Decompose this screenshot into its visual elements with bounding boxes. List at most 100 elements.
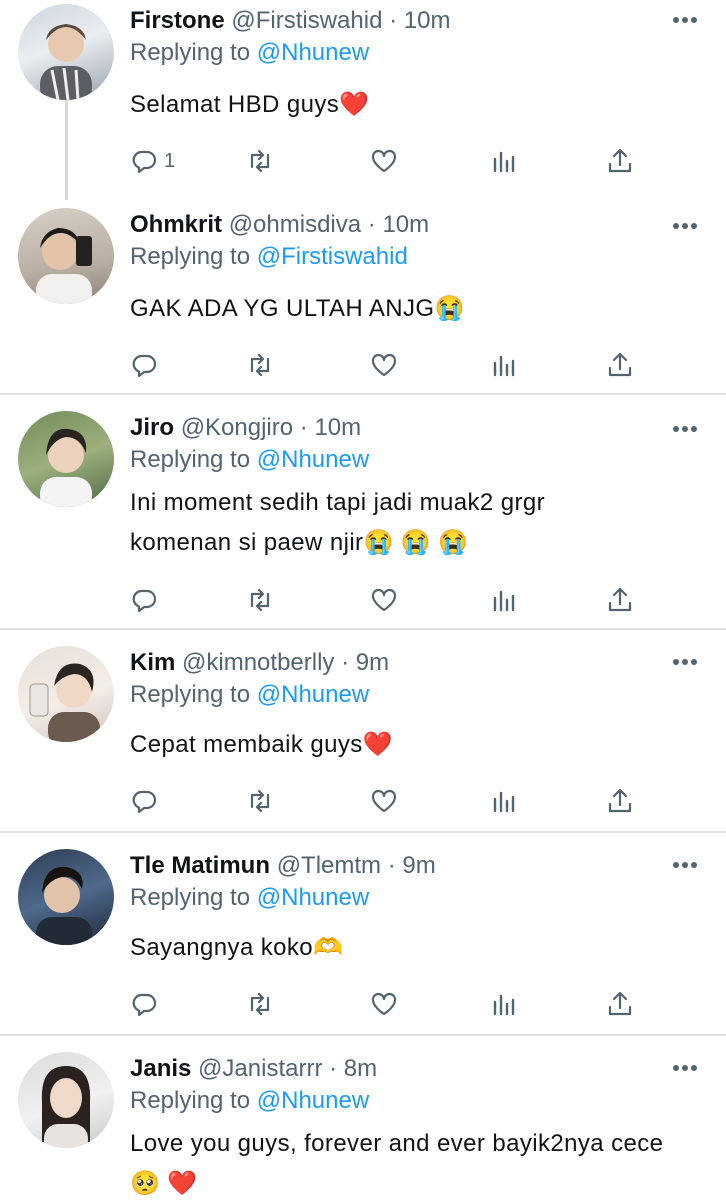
reply-prefix: Replying to	[130, 681, 251, 708]
mention-link[interactable]: @Nhunew	[257, 884, 369, 911]
separator-dot: ·	[389, 7, 398, 34]
tweet-actions	[130, 585, 650, 615]
display-name[interactable]: Ohmkrit	[130, 211, 222, 238]
more-icon[interactable]	[672, 222, 698, 230]
like-icon	[371, 588, 397, 612]
avatar[interactable]	[18, 208, 114, 304]
display-name[interactable]: Jiro	[130, 414, 174, 441]
tweet-firstone[interactable]: Firstone @Firstiswahid · 10m Replying to…	[0, 0, 726, 200]
separator-dot: ·	[367, 211, 376, 238]
display-name[interactable]: Firstone	[130, 7, 225, 34]
tweet-jiro[interactable]: Jiro @Kongjiro · 10m Replying to @Nhunew…	[0, 395, 726, 627]
timestamp[interactable]: 10m	[314, 414, 361, 441]
share-button[interactable]	[606, 989, 634, 1019]
more-icon[interactable]	[672, 16, 698, 24]
tweet-text: Selamat HBD guys❤️	[130, 86, 690, 124]
retweet-icon	[250, 992, 270, 1016]
retweet-icon	[250, 353, 270, 377]
tweet-janis[interactable]: Janis @Janistarrr · 8m Replying to @Nhun…	[0, 1036, 726, 1200]
retweet-button[interactable]	[246, 989, 274, 1019]
retweet-button[interactable]	[246, 350, 274, 380]
tweet-actions	[130, 989, 650, 1019]
analytics-icon	[493, 994, 515, 1016]
share-button[interactable]	[606, 585, 634, 615]
more-icon[interactable]	[672, 1064, 698, 1072]
mention-link[interactable]: @Nhunew	[257, 446, 369, 473]
mention-link[interactable]: @Nhunew	[257, 1087, 369, 1114]
like-button[interactable]	[370, 350, 398, 380]
replying-to: Replying to @Nhunew	[130, 38, 369, 68]
tweet-body: Sayangnya koko	[130, 934, 314, 961]
reply-count: 1	[164, 149, 176, 172]
avatar[interactable]	[18, 646, 114, 742]
reply-prefix: Replying to	[130, 39, 251, 66]
mention-link[interactable]: @Nhunew	[257, 39, 369, 66]
analytics-button[interactable]	[490, 989, 518, 1019]
user-handle[interactable]: @ohmisdiva	[229, 211, 361, 238]
display-name[interactable]: Kim	[130, 649, 175, 676]
analytics-button[interactable]	[490, 585, 518, 615]
emoji: 🫶	[313, 934, 344, 961]
analytics-button[interactable]	[490, 786, 518, 816]
user-handle[interactable]: @Tlemtm	[277, 852, 381, 879]
more-icon[interactable]	[672, 658, 698, 666]
reply-icon	[132, 354, 157, 378]
share-button[interactable]	[606, 146, 634, 176]
share-button[interactable]	[606, 786, 634, 816]
mention-link[interactable]: @Nhunew	[257, 681, 369, 708]
share-icon	[608, 352, 632, 377]
analytics-button[interactable]	[490, 350, 518, 380]
retweet-icon	[250, 789, 270, 813]
like-icon	[371, 992, 397, 1016]
tweet-tle-matimun[interactable]: Tle Matimun @Tlemtm · 9m Replying to @Nh…	[0, 833, 726, 1033]
avatar[interactable]	[18, 1052, 114, 1148]
mention-link[interactable]: @Firstiswahid	[257, 243, 408, 270]
tweet-text: Love you guys, forever and ever bayik2ny…	[130, 1124, 670, 1204]
reply-icon	[132, 150, 157, 174]
more-icon[interactable]	[672, 861, 698, 869]
analytics-icon	[493, 151, 515, 173]
more-icon[interactable]	[672, 425, 698, 433]
tweet-header: Janis @Janistarrr · 8m	[130, 1054, 377, 1084]
tweet-ohmkrit[interactable]: Ohmkrit @ohmisdiva · 10m Replying to @Fi…	[0, 200, 726, 392]
user-handle[interactable]: @Firstiswahid	[231, 7, 382, 34]
retweet-button[interactable]	[246, 585, 274, 615]
user-handle[interactable]: @Janistarrr	[198, 1055, 322, 1082]
reply-button[interactable]	[130, 585, 164, 615]
timestamp[interactable]: 10m	[382, 211, 429, 238]
timestamp[interactable]: 10m	[404, 7, 451, 34]
analytics-button[interactable]	[490, 146, 518, 176]
replying-to: Replying to @Nhunew	[130, 680, 369, 710]
user-handle[interactable]: @kimnotberlly	[182, 649, 334, 676]
like-button[interactable]	[370, 989, 398, 1019]
reply-button[interactable]	[130, 989, 164, 1019]
replying-to: Replying to @Nhunew	[130, 445, 369, 475]
share-button[interactable]	[606, 350, 634, 380]
retweet-button[interactable]	[246, 146, 274, 176]
like-button[interactable]	[370, 786, 398, 816]
display-name[interactable]: Tle Matimun	[130, 852, 270, 879]
tweet-actions: 1	[130, 146, 650, 176]
avatar[interactable]	[18, 849, 114, 945]
reply-button[interactable]: 1	[130, 146, 175, 176]
display-name[interactable]: Janis	[130, 1055, 191, 1082]
reply-button[interactable]	[130, 786, 164, 816]
share-icon	[608, 587, 632, 612]
retweet-icon	[250, 149, 270, 173]
avatar[interactable]	[18, 411, 114, 507]
tweet-kim[interactable]: Kim @kimnotberlly · 9m Replying to @Nhun…	[0, 630, 726, 830]
timestamp[interactable]: 8m	[344, 1055, 377, 1082]
tweet-body: Ini moment sedih tapi jadi muak2 grgr ko…	[130, 489, 545, 556]
reply-prefix: Replying to	[130, 884, 251, 911]
like-button[interactable]	[370, 585, 398, 615]
reply-button[interactable]	[130, 350, 164, 380]
emoji: 🥺 ❤️	[130, 1170, 198, 1197]
timestamp[interactable]: 9m	[402, 852, 435, 879]
avatar[interactable]	[18, 4, 114, 100]
timestamp[interactable]: 9m	[356, 649, 389, 676]
user-handle[interactable]: @Kongjiro	[181, 414, 293, 441]
replying-to: Replying to @Nhunew	[130, 1086, 369, 1116]
retweet-button[interactable]	[246, 786, 274, 816]
tweet-body: Cepat membaik guys	[130, 731, 363, 758]
like-button[interactable]	[370, 146, 398, 176]
